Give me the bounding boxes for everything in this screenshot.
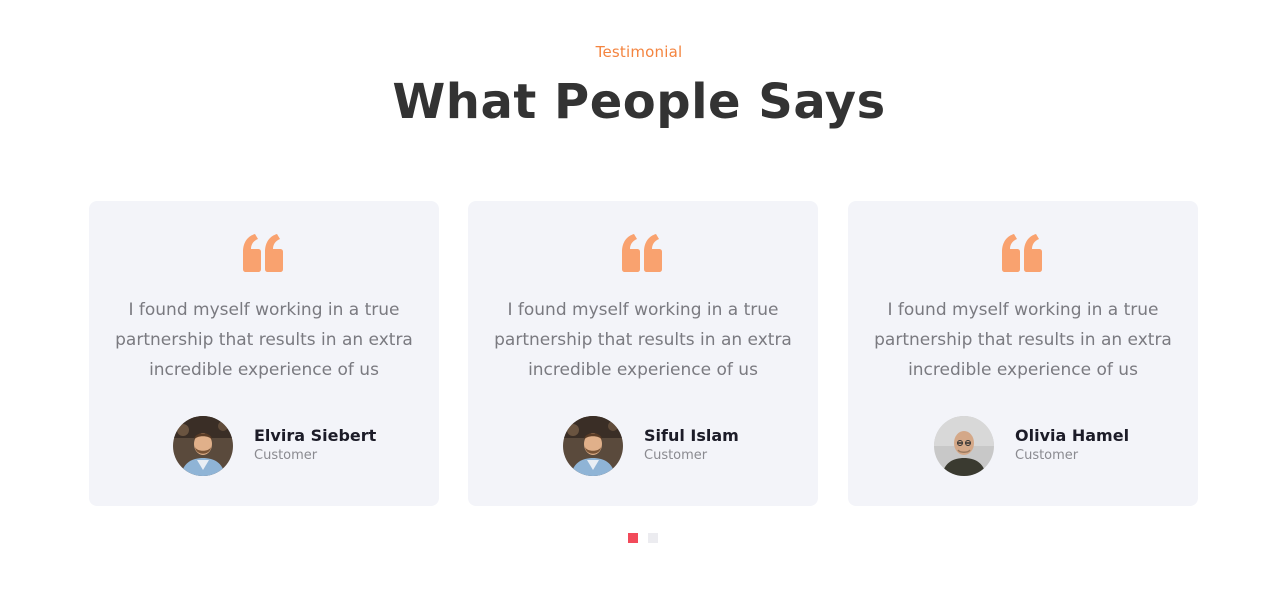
quote-icon xyxy=(243,234,283,272)
testimonial-quote: I found myself working in a true partner… xyxy=(115,300,413,380)
testimonial-card: I found myself working in a true partner… xyxy=(468,201,818,506)
carousel-pagination xyxy=(628,533,668,543)
section-heading: What People Says xyxy=(392,74,886,130)
pagination-dot-active[interactable] xyxy=(628,533,638,543)
testimonial-quote: I found myself working in a true partner… xyxy=(494,300,792,380)
author-role: Customer xyxy=(1015,448,1079,463)
quote-icon xyxy=(1002,234,1042,272)
author-role: Customer xyxy=(254,448,318,463)
testimonial-section: Testimonial What People Says I found mys… xyxy=(0,0,1278,589)
author-role: Customer xyxy=(644,448,708,463)
bearded-man-avatar-icon xyxy=(563,416,623,476)
bearded-man-avatar-icon xyxy=(173,416,233,476)
testimonial-quote: I found myself working in a true partner… xyxy=(874,300,1172,380)
testimonial-card: I found myself working in a true partner… xyxy=(89,201,439,506)
testimonial-author: Olivia Hamel Customer xyxy=(934,416,1174,476)
author-name: Elvira Siebert xyxy=(254,426,377,445)
testimonial-author: Elvira Siebert Customer xyxy=(173,416,413,476)
section-eyebrow: Testimonial xyxy=(595,43,683,61)
testimonial-card: I found myself working in a true partner… xyxy=(848,201,1198,506)
pagination-dot[interactable] xyxy=(648,533,658,543)
testimonial-author: Siful Islam Customer xyxy=(563,416,803,476)
testimonial-carousel[interactable]: I found myself working in a true partner… xyxy=(89,201,1199,506)
bald-man-avatar-icon xyxy=(934,416,994,476)
author-name: Siful Islam xyxy=(644,426,739,445)
quote-icon xyxy=(622,234,662,272)
author-name: Olivia Hamel xyxy=(1015,426,1130,445)
